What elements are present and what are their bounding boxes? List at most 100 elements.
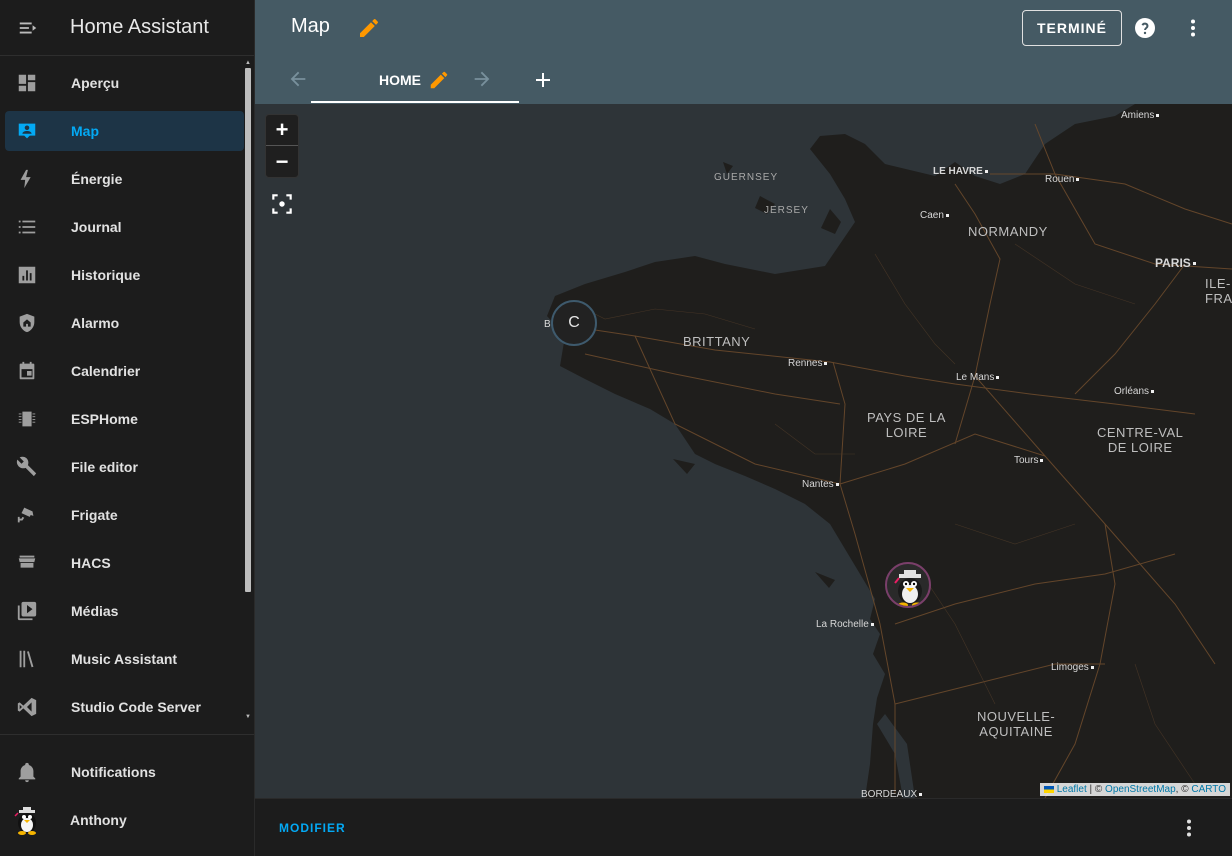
zoom-control: + −	[265, 114, 299, 178]
vscode-icon	[5, 687, 49, 724]
sidebar-header: Home Assistant	[0, 0, 254, 56]
done-button[interactable]: TERMINÉ	[1022, 10, 1122, 46]
sidebar-item-label: Aperçu	[71, 75, 120, 91]
sidebar-item-label: Médias	[71, 603, 119, 619]
city-label: Caen	[920, 210, 949, 221]
user-name: Anthony	[70, 812, 127, 828]
city-label: Amiens	[1121, 110, 1159, 121]
sidebar-item-label: Frigate	[71, 507, 118, 523]
city-label: Le Mans	[956, 372, 999, 383]
city-label: Nantes	[802, 479, 839, 490]
sidebar-item-label: Alarmo	[71, 315, 120, 331]
sidebar-bottom: Notifications Anthony	[0, 744, 254, 840]
sidebar-item-label: Music Assistant	[71, 651, 178, 667]
city-label: BORDEAUX	[861, 789, 922, 798]
scrollbar-thumb[interactable]	[245, 68, 251, 592]
bell-icon	[5, 752, 49, 792]
sidebar-divider	[0, 734, 254, 735]
city-label: La Rochelle	[816, 619, 874, 630]
sidebar-item-historique[interactable]: Historique	[5, 255, 244, 295]
sidebar-item-label: Historique	[71, 267, 141, 283]
sidebar-item-label: Map	[71, 123, 99, 139]
region-label: NORMANDY	[968, 224, 1048, 239]
active-tab-indicator	[311, 101, 519, 103]
sidebar-item-music-assistant[interactable]: Music Assistant	[5, 639, 244, 679]
sidebar-item-label: ESPHome	[71, 411, 138, 427]
recenter-focus-icon[interactable]	[269, 191, 295, 217]
chart-box-icon	[5, 255, 49, 295]
carto-link[interactable]: CARTO	[1191, 784, 1226, 795]
sidebar-item-journal[interactable]: Journal	[5, 207, 244, 247]
region-label: ILE- FRA	[1205, 276, 1232, 306]
scroll-up-arrow-icon[interactable]: ▲	[245, 60, 251, 66]
sidebar-item-energie[interactable]: Énergie	[5, 159, 244, 199]
sidebar-item-label: Journal	[71, 219, 122, 235]
top-bar: Map TERMINÉ HOME	[255, 0, 1232, 104]
sidebar-item-notifications[interactable]: Notifications	[5, 752, 244, 792]
map-card[interactable]: Amiens LE HAVRE Rouen Caen PARIS Rennes …	[255, 104, 1232, 798]
city-label: Rouen	[1045, 174, 1079, 185]
sidebar-item-esphome[interactable]: ESPHome	[5, 399, 244, 439]
zoom-out-button[interactable]: −	[266, 146, 298, 177]
city-label-partial: B	[544, 319, 551, 330]
calendar-icon	[5, 351, 49, 391]
leaflet-link[interactable]: Leaflet	[1057, 784, 1087, 795]
move-tab-left-arrow-icon[interactable]	[287, 68, 309, 90]
list-icon	[5, 207, 49, 247]
city-label: Rennes	[788, 358, 827, 369]
page-title: Map	[291, 15, 330, 37]
avatar	[11, 804, 43, 836]
modify-button[interactable]: MODIFIER	[279, 821, 346, 835]
edit-view-pencil-icon[interactable]	[428, 69, 450, 91]
cctv-icon	[5, 495, 49, 535]
map-tiles	[255, 104, 1232, 798]
map-account-icon	[5, 111, 49, 151]
island-label: JERSEY	[764, 205, 809, 216]
sidebar-item-label: HACS	[71, 555, 111, 571]
sidebar-item-apercu[interactable]: Aperçu	[5, 63, 244, 103]
region-label: PAYS DE LA LOIRE	[867, 410, 946, 440]
card-footer: MODIFIER	[255, 798, 1232, 856]
edit-dashboard-title-pencil-icon[interactable]	[357, 16, 381, 40]
sidebar-item-user[interactable]: Anthony	[5, 800, 244, 840]
ukraine-flag-icon	[1043, 785, 1054, 793]
hacs-store-icon	[5, 543, 49, 583]
region-label: CENTRE-VAL DE LOIRE	[1097, 425, 1184, 455]
wrench-icon	[5, 447, 49, 487]
region-label: BRITTANY	[683, 334, 751, 349]
sidebar-item-file-editor[interactable]: File editor	[5, 447, 244, 487]
sidebar-item-map[interactable]: Map	[5, 111, 244, 151]
person-marker-anthony[interactable]	[885, 562, 931, 608]
sidebar-item-alarmo[interactable]: Alarmo	[5, 303, 244, 343]
sidebar-scrollbar[interactable]: ▲ ▼	[245, 60, 251, 720]
sidebar-item-label: Énergie	[71, 171, 123, 187]
scroll-down-arrow-icon[interactable]: ▼	[245, 714, 251, 720]
add-view-plus-icon[interactable]	[531, 68, 555, 92]
city-label: Limoges	[1051, 662, 1094, 673]
island-label: GUERNSEY	[714, 172, 779, 183]
zoom-in-button[interactable]: +	[266, 115, 298, 146]
move-tab-right-arrow-icon[interactable]	[471, 68, 493, 90]
lightning-icon	[5, 159, 49, 199]
city-label: Tours	[1014, 455, 1043, 466]
sidebar-item-studio-code-server[interactable]: Studio Code Server	[5, 687, 244, 724]
menu-collapse-icon[interactable]	[0, 0, 56, 56]
sidebar-item-calendrier[interactable]: Calendrier	[5, 351, 244, 391]
map-attribution: Leaflet | © OpenStreetMap, © CARTO	[1039, 783, 1230, 796]
sidebar-item-medias[interactable]: Médias	[5, 591, 244, 631]
entity-cluster-marker[interactable]: C	[551, 300, 597, 346]
app-title: Home Assistant	[70, 16, 209, 38]
tab-home[interactable]: HOME	[379, 72, 421, 88]
card-more-vertical-icon[interactable]	[1177, 816, 1201, 840]
library-music-icon	[5, 639, 49, 679]
city-label: LE HAVRE	[933, 166, 988, 177]
more-vertical-icon[interactable]	[1181, 16, 1205, 40]
play-box-multiple-icon	[5, 591, 49, 631]
osm-link[interactable]: OpenStreetMap	[1105, 784, 1176, 795]
sidebar-item-label: Notifications	[71, 764, 156, 780]
help-icon[interactable]	[1133, 16, 1157, 40]
shield-home-icon	[5, 303, 49, 343]
city-label: Orléans	[1114, 386, 1154, 397]
sidebar-item-hacs[interactable]: HACS	[5, 543, 244, 583]
sidebar-item-frigate[interactable]: Frigate	[5, 495, 244, 535]
